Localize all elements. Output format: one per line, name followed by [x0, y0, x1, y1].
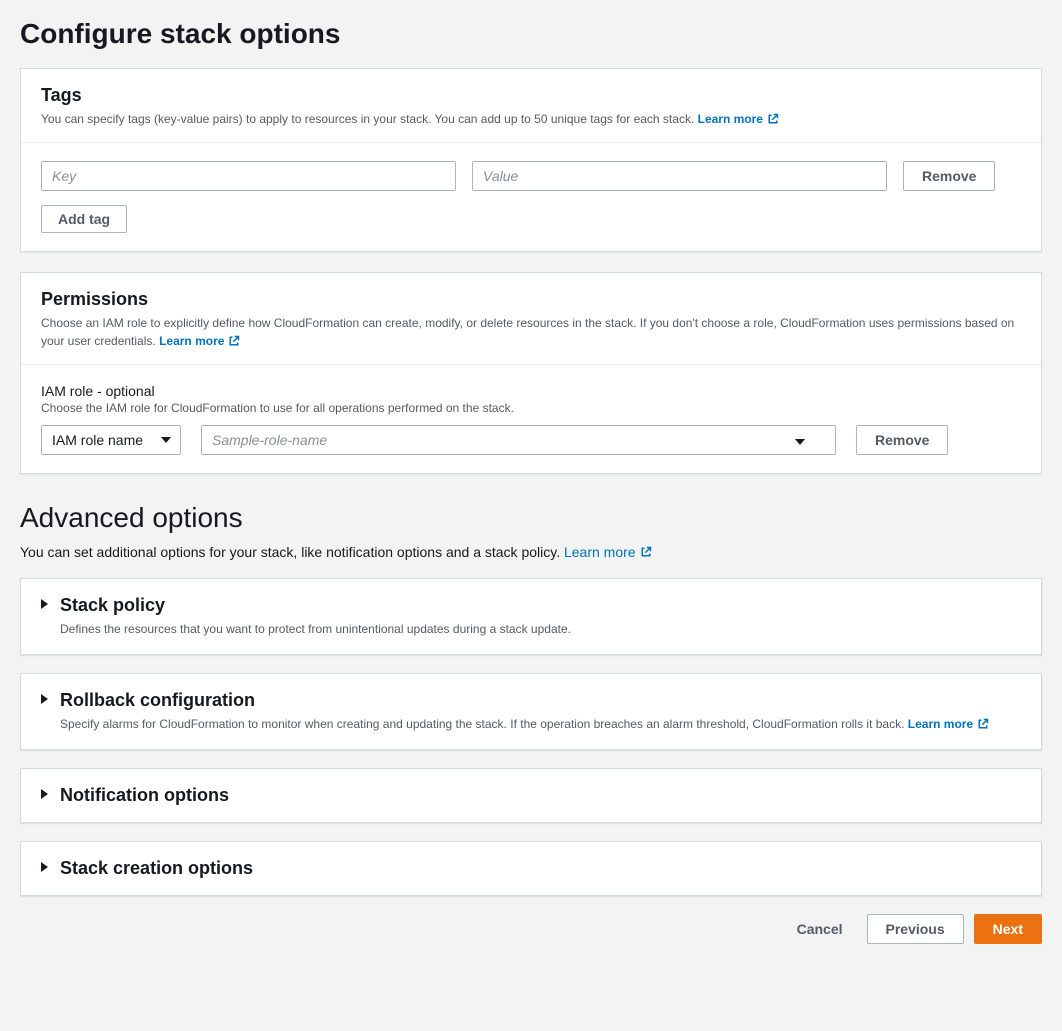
- disclosure-triangle-icon: [41, 862, 48, 872]
- stack-policy-panel: Stack policy Defines the resources that …: [20, 578, 1042, 655]
- rollback-config-desc-text: Specify alarms for CloudFormation to mon…: [60, 717, 904, 731]
- iam-role-sublabel: Choose the IAM role for CloudFormation t…: [41, 401, 1021, 415]
- advanced-learn-more-text: Learn more: [564, 544, 636, 560]
- page-title: Configure stack options: [20, 18, 1042, 50]
- notification-options-panel: Notification options: [20, 768, 1042, 823]
- tag-key-input[interactable]: [41, 161, 456, 191]
- rollback-config-title: Rollback configuration: [60, 690, 1021, 711]
- notification-options-toggle[interactable]: Notification options: [21, 769, 1041, 822]
- iam-role-label: IAM role - optional: [41, 383, 1021, 399]
- stack-policy-desc: Defines the resources that you want to p…: [60, 620, 1021, 638]
- rollback-config-toggle[interactable]: Rollback configuration Specify alarms fo…: [21, 674, 1041, 749]
- cancel-button[interactable]: Cancel: [783, 914, 857, 944]
- rollback-learn-more-text: Learn more: [908, 715, 973, 733]
- permissions-learn-more-link[interactable]: Learn more: [159, 332, 240, 350]
- permissions-learn-more-text: Learn more: [159, 332, 224, 350]
- external-link-icon: [767, 113, 779, 125]
- tags-learn-more-text: Learn more: [698, 110, 763, 128]
- tag-remove-button[interactable]: Remove: [903, 161, 995, 191]
- tags-desc-text: You can specify tags (key-value pairs) t…: [41, 112, 694, 126]
- add-tag-button[interactable]: Add tag: [41, 205, 127, 233]
- advanced-learn-more-link[interactable]: Learn more: [564, 544, 652, 560]
- stack-creation-options-toggle[interactable]: Stack creation options: [21, 842, 1041, 895]
- disclosure-triangle-icon: [41, 694, 48, 704]
- external-link-icon: [228, 335, 240, 347]
- iam-role-name-placeholder: Sample-role-name: [212, 432, 327, 448]
- disclosure-triangle-icon: [41, 599, 48, 609]
- next-button[interactable]: Next: [974, 914, 1042, 944]
- footer-actions: Cancel Previous Next: [20, 914, 1042, 944]
- stack-creation-options-panel: Stack creation options: [20, 841, 1042, 896]
- previous-button[interactable]: Previous: [867, 914, 964, 944]
- advanced-options-desc: You can set additional options for your …: [20, 544, 1042, 560]
- caret-down-icon: [795, 432, 805, 448]
- rollback-config-desc: Specify alarms for CloudFormation to mon…: [60, 715, 1021, 733]
- disclosure-triangle-icon: [41, 789, 48, 799]
- rollback-config-panel: Rollback configuration Specify alarms fo…: [20, 673, 1042, 750]
- tag-value-input[interactable]: [472, 161, 887, 191]
- rollback-learn-more-link[interactable]: Learn more: [908, 715, 989, 733]
- iam-role-type-select[interactable]: IAM role name: [41, 425, 181, 455]
- permissions-title: Permissions: [41, 289, 1021, 310]
- notification-options-title: Notification options: [60, 785, 1021, 806]
- advanced-desc-text: You can set additional options for your …: [20, 544, 560, 560]
- tags-desc: You can specify tags (key-value pairs) t…: [41, 110, 1021, 128]
- iam-role-type-value: IAM role name: [41, 425, 181, 455]
- permissions-desc: Choose an IAM role to explicitly define …: [41, 314, 1021, 350]
- permissions-panel: Permissions Choose an IAM role to explic…: [20, 272, 1042, 474]
- external-link-icon: [640, 546, 652, 558]
- tags-panel: Tags You can specify tags (key-value pai…: [20, 68, 1042, 252]
- stack-creation-options-title: Stack creation options: [60, 858, 1021, 879]
- stack-policy-title: Stack policy: [60, 595, 1021, 616]
- iam-role-name-combobox[interactable]: Sample-role-name: [201, 425, 836, 455]
- iam-role-remove-button[interactable]: Remove: [856, 425, 948, 455]
- stack-policy-toggle[interactable]: Stack policy Defines the resources that …: [21, 579, 1041, 654]
- external-link-icon: [977, 718, 989, 730]
- tags-learn-more-link[interactable]: Learn more: [698, 110, 779, 128]
- advanced-options-title: Advanced options: [20, 502, 1042, 534]
- tags-title: Tags: [41, 85, 1021, 106]
